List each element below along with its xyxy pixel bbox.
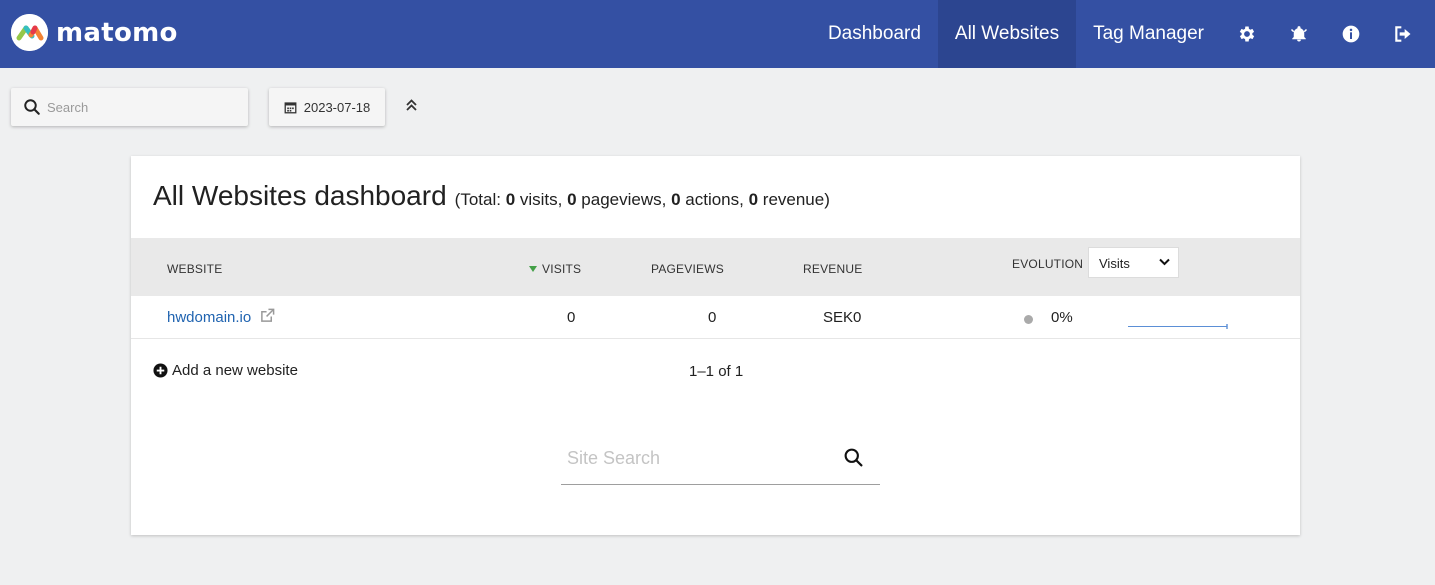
visits-value: 0 bbox=[567, 309, 576, 326]
all-websites-card: All Websites dashboard (Total: 0 visits,… bbox=[131, 156, 1300, 535]
nav-tag-manager[interactable]: Tag Manager bbox=[1076, 0, 1221, 68]
main-nav: Dashboard All Websites Tag Manager bbox=[811, 0, 1435, 68]
page-title: All Websites dashboard (Total: 0 visits,… bbox=[153, 180, 830, 212]
header-website[interactable]: Website bbox=[167, 262, 222, 276]
table-header: Website Visits Pageviews Revenue Evoluti… bbox=[131, 238, 1300, 296]
evolution-metric-value: Visits bbox=[1099, 256, 1130, 271]
sort-down-icon bbox=[529, 266, 537, 272]
total-actions: 0 bbox=[671, 190, 681, 209]
header-visits-label: Visits bbox=[542, 262, 582, 276]
totals-pageviews-label: pageviews, bbox=[576, 190, 672, 209]
calendar-icon bbox=[284, 101, 297, 113]
dashboard-title: All Websites dashboard bbox=[153, 180, 447, 211]
pageviews-value: 0 bbox=[708, 309, 717, 326]
add-website-button[interactable]: Add a new website bbox=[153, 362, 298, 379]
top-bar: matomo Dashboard All Websites Tag Manage… bbox=[0, 0, 1435, 68]
bell-icon[interactable] bbox=[1273, 0, 1325, 68]
evolution-neutral-icon bbox=[1024, 315, 1033, 324]
totals-prefix: (Total: bbox=[454, 190, 506, 209]
plus-circle-icon bbox=[153, 363, 168, 378]
total-pageviews: 0 bbox=[567, 190, 577, 209]
total-visits: 0 bbox=[505, 190, 516, 209]
header-visits[interactable]: Visits bbox=[529, 262, 581, 276]
totals-visits-label: visits, bbox=[515, 190, 568, 209]
dashboard-totals: (Total: 0 visits, 0 pageviews, 0 actions… bbox=[455, 190, 830, 210]
add-website-label: Add a new website bbox=[172, 362, 298, 379]
info-icon[interactable] bbox=[1325, 0, 1377, 68]
visits-sparkline bbox=[1128, 324, 1228, 329]
evolution-value: 0% bbox=[1051, 309, 1073, 326]
nav-icons bbox=[1221, 0, 1435, 68]
logout-icon[interactable] bbox=[1377, 0, 1429, 68]
nav-all-websites[interactable]: All Websites bbox=[937, 0, 1077, 68]
external-link-icon[interactable] bbox=[260, 308, 275, 328]
global-search[interactable] bbox=[11, 88, 248, 126]
search-icon[interactable] bbox=[843, 447, 864, 473]
header-revenue[interactable]: Revenue bbox=[803, 262, 862, 276]
table-row: hwdomain.io 0 0 SEK0 0% bbox=[131, 296, 1300, 339]
site-search-input[interactable] bbox=[567, 448, 837, 469]
date-label: 2023-07-18 bbox=[303, 99, 371, 115]
totals-revenue-label: revenue) bbox=[758, 190, 830, 209]
gear-icon[interactable] bbox=[1221, 0, 1273, 68]
date-picker-button[interactable]: 2023-07-18 bbox=[269, 88, 385, 126]
pagination-info: 1–1 of 1 bbox=[689, 363, 744, 380]
search-input[interactable] bbox=[47, 99, 227, 115]
chevron-down-icon bbox=[1159, 258, 1170, 266]
totals-actions-label: actions, bbox=[680, 190, 749, 209]
revenue-value: SEK0 bbox=[823, 309, 862, 326]
logo-text: matomo bbox=[56, 17, 178, 48]
header-pageviews[interactable]: Pageviews bbox=[651, 262, 724, 276]
nav-dashboard[interactable]: Dashboard bbox=[811, 0, 938, 68]
evolution-metric-select[interactable]: Visits bbox=[1088, 247, 1179, 278]
search-icon bbox=[24, 99, 40, 115]
site-search bbox=[561, 444, 880, 485]
matomo-logo[interactable]: matomo bbox=[11, 14, 178, 51]
matomo-logo-icon bbox=[11, 14, 48, 51]
chevron-double-up-icon[interactable] bbox=[403, 96, 420, 114]
header-evolution: Evolution bbox=[1012, 257, 1084, 271]
website-link[interactable]: hwdomain.io bbox=[167, 309, 251, 326]
total-revenue: 0 bbox=[748, 190, 759, 209]
